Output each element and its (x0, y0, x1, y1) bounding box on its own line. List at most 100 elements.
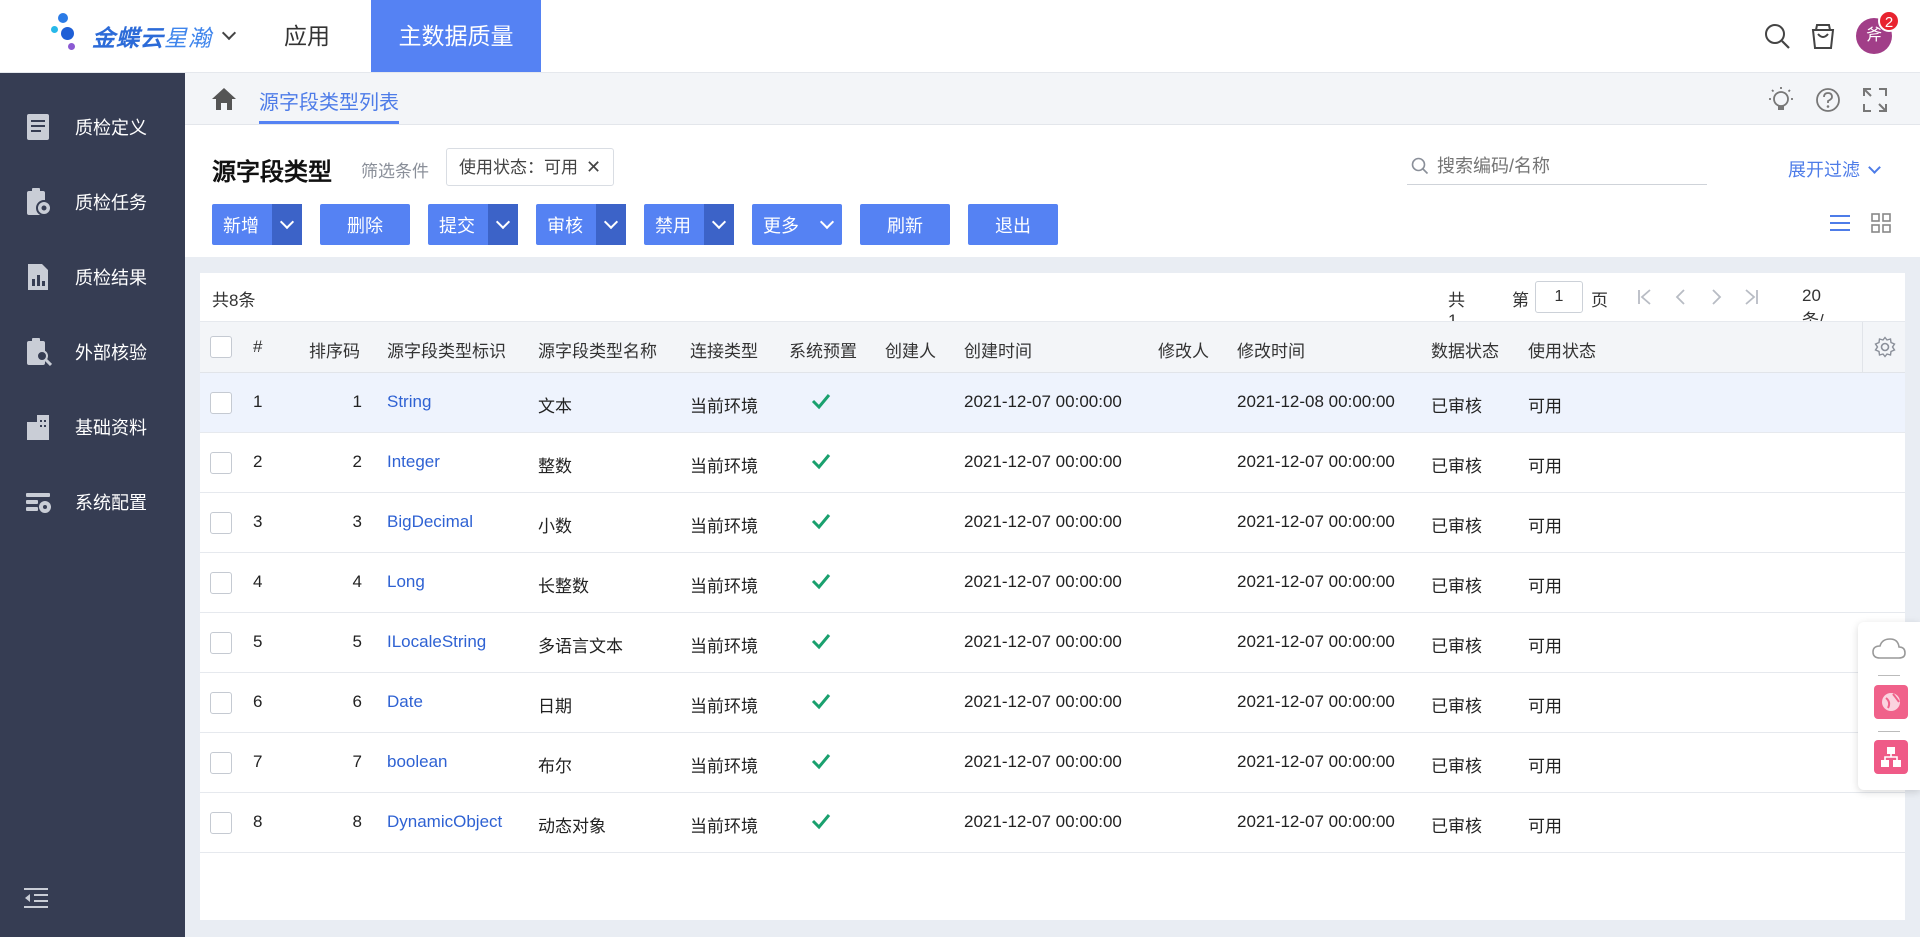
cell-identifier-link[interactable]: ILocaleString (387, 632, 486, 652)
chevron-down-icon[interactable] (596, 204, 626, 245)
select-all-checkbox[interactable] (210, 336, 232, 358)
notification-badge: 2 (1878, 10, 1900, 32)
sidebar-item-label: 质检结果 (75, 267, 147, 288)
col-identifier[interactable]: 源字段类型标识 (387, 337, 506, 362)
cell-identifier-link[interactable]: boolean (387, 752, 448, 772)
cell-identifier-link[interactable]: Integer (387, 452, 440, 472)
disable-button[interactable]: 禁用 (644, 204, 734, 245)
cell-index: 2 (253, 452, 263, 471)
table-row[interactable]: 7 7 boolean 布尔 当前环境 2021-12-07 00:00:00 2021-1… (200, 733, 1905, 793)
lightbulb-icon[interactable] (1767, 86, 1795, 114)
nav-app[interactable]: 应用 (284, 0, 330, 72)
sidebar-item-qc-definition[interactable]: 质检定义 (0, 89, 185, 164)
column-settings[interactable] (1862, 322, 1905, 373)
nav-master-data-quality[interactable]: 主数据质量 (371, 0, 541, 72)
filter-chip-use-status[interactable]: 使用状态：可用 ✕ (446, 148, 615, 186)
globe-app-icon[interactable] (1874, 685, 1908, 719)
row-checkbox[interactable] (210, 752, 232, 774)
col-creator[interactable]: 创建人 (885, 337, 936, 362)
cell-modified-at: 2021-12-07 00:00:00 (1237, 512, 1395, 531)
logo-mark-icon (50, 12, 88, 60)
chevron-down-icon[interactable] (704, 204, 734, 245)
search-icon[interactable] (1761, 20, 1793, 52)
help-icon[interactable] (1814, 86, 1842, 114)
sidebar-item-basic-data[interactable]: 基础资料 (0, 389, 185, 464)
table-row[interactable]: 6 6 Date 日期 当前环境 2021-12-07 00:00:00 2021-12-0… (200, 673, 1905, 733)
page-number-input[interactable]: 1 (1535, 281, 1583, 313)
refresh-button[interactable]: 刷新 (860, 204, 950, 245)
cell-data-status: 已审核 (1431, 577, 1482, 596)
first-page-icon[interactable] (1636, 287, 1654, 307)
row-checkbox[interactable] (210, 392, 232, 414)
chevron-down-icon[interactable] (221, 25, 237, 41)
col-modified-at[interactable]: 修改时间 (1237, 337, 1305, 362)
last-page-icon[interactable] (1742, 287, 1760, 307)
col-use-status[interactable]: 使用状态 (1528, 337, 1596, 362)
chevron-down-icon[interactable] (488, 204, 518, 245)
sidebar-item-qc-result[interactable]: 质检结果 (0, 239, 185, 314)
cloud-icon[interactable] (1871, 636, 1907, 664)
col-system-preset[interactable]: 系统预置 (789, 337, 857, 362)
grid-view-icon[interactable] (1869, 211, 1893, 235)
list-view-icon[interactable] (1828, 211, 1852, 235)
cell-identifier-link[interactable]: BigDecimal (387, 512, 473, 532)
prev-page-icon[interactable] (1672, 287, 1690, 307)
brand-logo[interactable]: 金蝶云星瀚 (50, 12, 237, 60)
table-row[interactable]: 5 5 ILocaleString 多语言文本 当前环境 2021-12-07 00:00… (200, 613, 1905, 673)
cell-identifier-link[interactable]: Long (387, 572, 425, 592)
org-chart-app-icon[interactable] (1874, 740, 1908, 774)
cell-use-status: 可用 (1528, 757, 1562, 776)
table-row[interactable]: 3 3 BigDecimal 小数 当前环境 2021-12-07 00:00:00 202… (200, 493, 1905, 553)
cell-identifier-link[interactable]: Date (387, 692, 423, 712)
row-checkbox[interactable] (210, 632, 232, 654)
cell-modified-at: 2021-12-07 00:00:00 (1237, 752, 1395, 771)
sidebar-item-system-config[interactable]: 系统配置 (0, 464, 185, 539)
sidebar-item-qc-task[interactable]: 质检任务 (0, 164, 185, 239)
shopping-bag-icon[interactable] (1807, 20, 1839, 52)
cell-use-status: 可用 (1528, 697, 1562, 716)
next-page-icon[interactable] (1707, 287, 1725, 307)
row-checkbox[interactable] (210, 512, 232, 534)
table-row[interactable]: 4 4 Long 长整数 当前环境 2021-12-07 00:00:00 2021-12-… (200, 553, 1905, 613)
col-modifier[interactable]: 修改人 (1158, 337, 1209, 362)
audit-button[interactable]: 审核 (536, 204, 626, 245)
sidebar-item-label: 基础资料 (75, 417, 147, 438)
exit-button[interactable]: 退出 (968, 204, 1058, 245)
row-checkbox[interactable] (210, 812, 232, 834)
delete-button-label: 删除 (347, 215, 383, 236)
collapse-menu-icon[interactable] (24, 886, 50, 910)
more-button[interactable]: 更多 (752, 204, 842, 245)
cell-identifier-link[interactable]: DynamicObject (387, 812, 502, 832)
table-row[interactable]: 1 1 String 文本 当前环境 2021-12-07 00:00:00 2021-12… (200, 373, 1905, 433)
add-button[interactable]: 新增 (212, 204, 302, 245)
delete-button[interactable]: 删除 (320, 204, 410, 245)
submit-button-label: 提交 (439, 215, 475, 236)
cell-modified-at: 2021-12-07 00:00:00 (1237, 572, 1395, 591)
table-row[interactable]: 2 2 Integer 整数 当前环境 2021-12-07 00:00:00 2021-1… (200, 433, 1905, 493)
search-input[interactable] (1437, 153, 1697, 179)
chevron-down-icon[interactable] (272, 204, 302, 245)
col-data-status[interactable]: 数据状态 (1431, 337, 1499, 362)
table-row[interactable]: 8 8 DynamicObject 动态对象 当前环境 2021-12-07 00:00:… (200, 793, 1905, 853)
cell-identifier-link[interactable]: String (387, 392, 431, 412)
cell-index: 8 (253, 812, 263, 831)
col-sort-code[interactable]: 排序码 (309, 337, 360, 362)
fullscreen-icon[interactable] (1862, 87, 1888, 113)
check-icon (811, 454, 831, 470)
cell-data-status: 已审核 (1431, 397, 1482, 416)
row-checkbox[interactable] (210, 692, 232, 714)
sidebar-item-external-verify[interactable]: 外部核验 (0, 314, 185, 389)
col-conn-type[interactable]: 连接类型 (690, 337, 758, 362)
row-checkbox[interactable] (210, 572, 232, 594)
col-name[interactable]: 源字段类型名称 (538, 337, 657, 362)
row-checkbox[interactable] (210, 452, 232, 474)
breadcrumb-current-tab[interactable]: 源字段类型列表 (259, 86, 399, 124)
close-icon[interactable]: ✕ (586, 157, 601, 177)
add-button-label: 新增 (223, 215, 259, 236)
col-created-at[interactable]: 创建时间 (964, 337, 1032, 362)
home-icon[interactable] (211, 87, 237, 111)
book-icon (27, 113, 49, 140)
expand-filter-link[interactable]: 展开过滤 (1788, 156, 1881, 182)
submit-button[interactable]: 提交 (428, 204, 518, 245)
cell-conn-type: 当前环境 (690, 817, 758, 836)
